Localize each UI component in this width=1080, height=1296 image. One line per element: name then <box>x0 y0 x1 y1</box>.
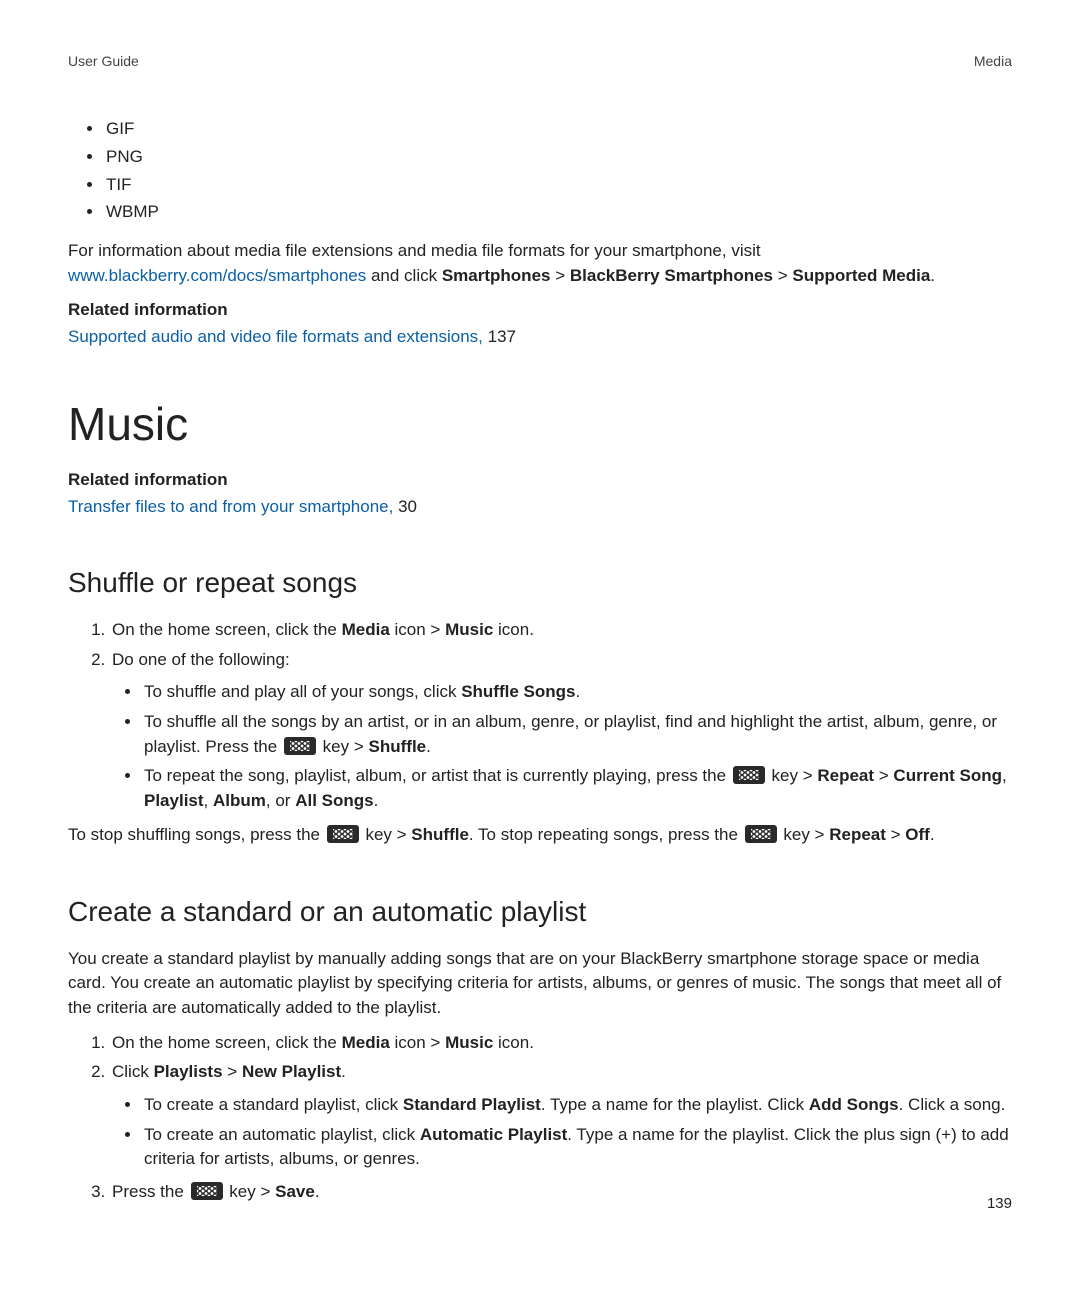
step-item: Click Playlists > New Playlist. To creat… <box>110 1060 1012 1172</box>
blackberry-key-icon <box>745 825 777 843</box>
list-item: WBMP <box>104 200 1012 225</box>
related-info-line: Transfer files to and from your smartpho… <box>68 495 1012 520</box>
list-item: PNG <box>104 145 1012 170</box>
step-item: On the home screen, click the Media icon… <box>110 1031 1012 1056</box>
blackberry-key-icon <box>284 737 316 755</box>
playlist-intro: You create a standard playlist by manual… <box>68 947 1012 1021</box>
blackberry-key-icon <box>733 766 765 784</box>
step-item: On the home screen, click the Media icon… <box>110 618 1012 643</box>
subsection-playlist: Create a standard or an automatic playli… <box>68 892 1012 933</box>
list-item: To shuffle all the songs by an artist, o… <box>142 710 1012 759</box>
related-info-line: Supported audio and video file formats a… <box>68 325 1012 350</box>
running-header: User Guide Media <box>68 51 1012 71</box>
subsection-shuffle: Shuffle or repeat songs <box>68 563 1012 604</box>
related-info-heading: Related information <box>68 468 1012 493</box>
blackberry-key-icon <box>191 1182 223 1200</box>
list-item: To shuffle and play all of your songs, c… <box>142 680 1012 705</box>
related-link[interactable]: Transfer files to and from your smartpho… <box>68 497 393 516</box>
related-info-heading: Related information <box>68 298 1012 323</box>
step-item: Do one of the following: To shuffle and … <box>110 648 1012 814</box>
format-list: GIF PNG TIF WBMP <box>68 117 1012 225</box>
playlist-steps: On the home screen, click the Media icon… <box>68 1031 1012 1205</box>
list-item: GIF <box>104 117 1012 142</box>
docs-link[interactable]: www.blackberry.com/docs/smartphones <box>68 266 366 285</box>
list-item: To repeat the song, playlist, album, or … <box>142 764 1012 813</box>
page-number: 139 <box>987 1193 1012 1215</box>
blackberry-key-icon <box>327 825 359 843</box>
header-right: Media <box>974 51 1012 71</box>
step-item: Press the key > Save. <box>110 1180 1012 1205</box>
list-item: TIF <box>104 173 1012 198</box>
related-link[interactable]: Supported audio and video file formats a… <box>68 327 483 346</box>
playlist-options: To create a standard playlist, click Sta… <box>112 1093 1012 1172</box>
header-left: User Guide <box>68 51 139 71</box>
list-item: To create a standard playlist, click Sta… <box>142 1093 1012 1118</box>
section-heading-music: Music <box>68 391 1012 458</box>
stop-para: To stop shuffling songs, press the key >… <box>68 823 1012 848</box>
list-item: To create an automatic playlist, click A… <box>142 1123 1012 1172</box>
shuffle-options: To shuffle and play all of your songs, c… <box>112 680 1012 813</box>
shuffle-steps: On the home screen, click the Media icon… <box>68 618 1012 813</box>
intro-para: For information about media file extensi… <box>68 239 1012 288</box>
